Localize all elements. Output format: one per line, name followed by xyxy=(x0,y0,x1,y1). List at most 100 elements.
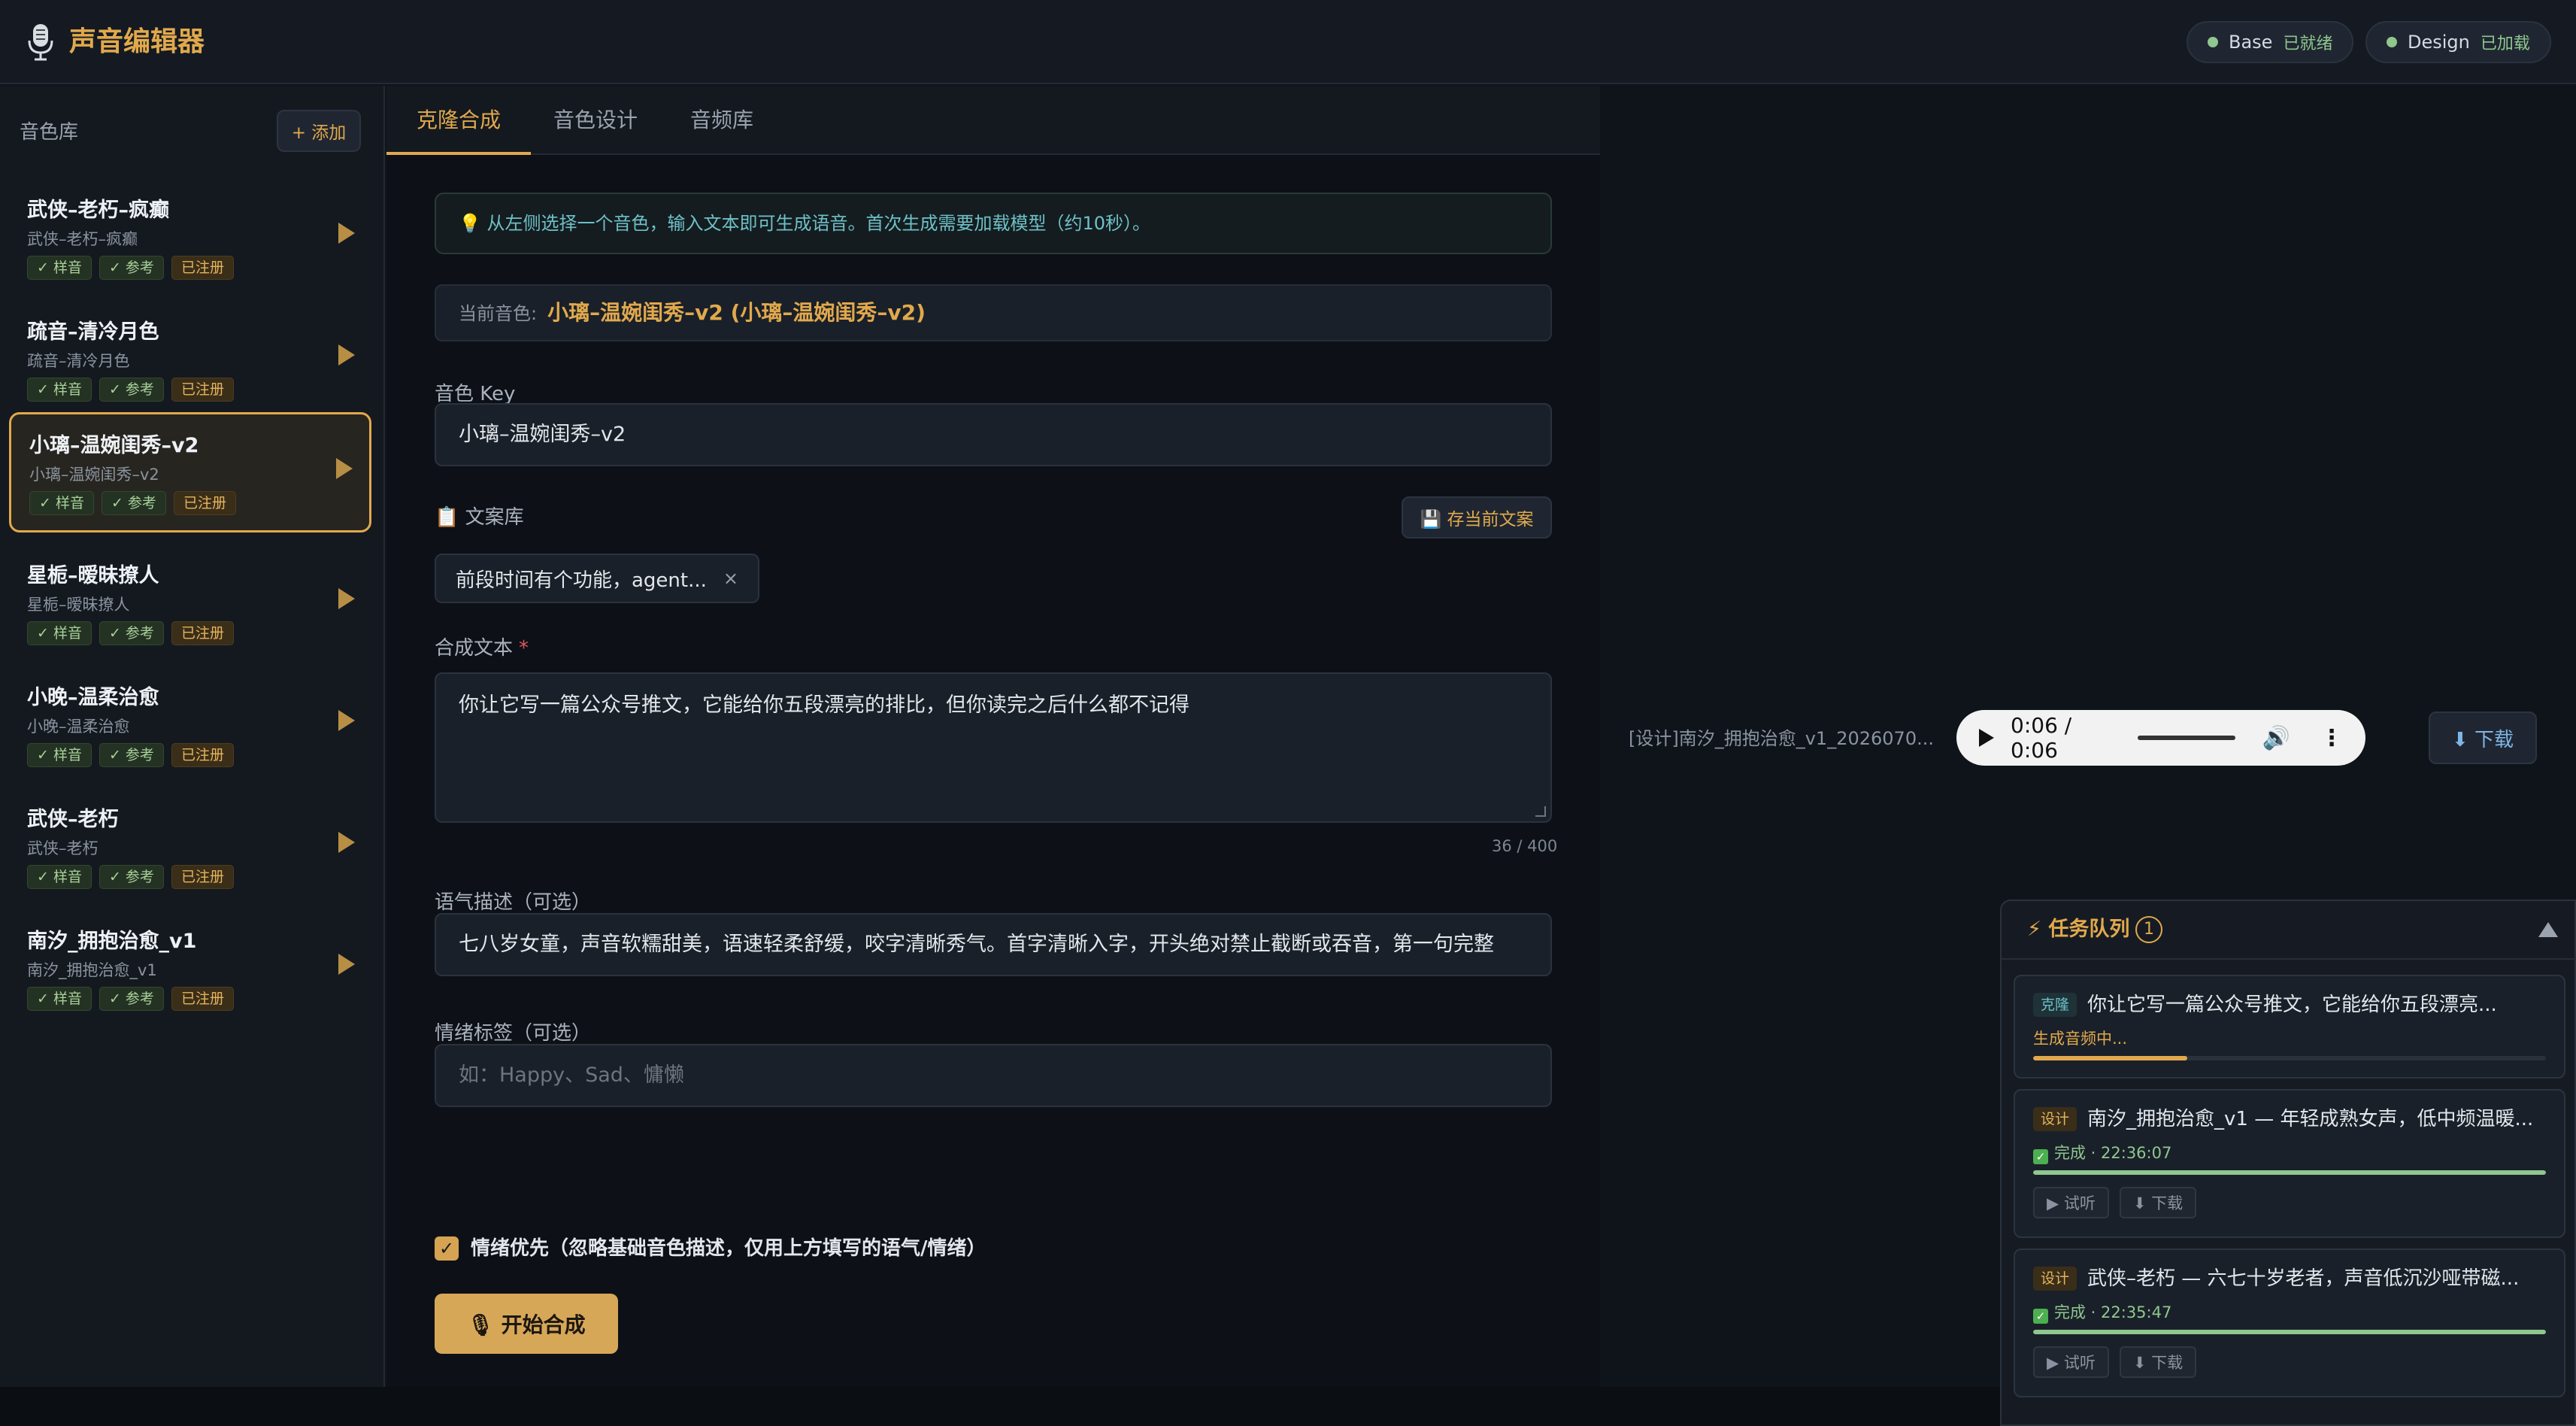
emotion-priority-checkbox[interactable]: ✓ xyxy=(435,1236,459,1261)
add-voice-button[interactable]: + 添加 xyxy=(277,110,361,152)
required-marker: * xyxy=(519,637,529,660)
check-icon: ✓ xyxy=(2033,1149,2048,1164)
play-icon[interactable] xyxy=(338,588,355,609)
task-text: 南汐_拥抱治愈_v1 — 年轻成熟女声，低中频温暖... xyxy=(2087,1108,2534,1130)
current-voice-display: 当前音色: 小璃–温婉闺秀–v2 (小璃–温婉闺秀–v2) xyxy=(435,284,1552,341)
voice-item[interactable]: 武侠–老朽–疯癫 武侠–老朽–疯癫 ✓ 样音 ✓ 参考 已注册 xyxy=(9,179,371,295)
registered-tag: 已注册 xyxy=(171,256,234,280)
tab-design[interactable]: 音色设计 xyxy=(523,86,668,155)
voice-item[interactable]: 小晚–温柔治愈 小晚–温柔治愈 ✓ 样音 ✓ 参考 已注册 xyxy=(9,666,371,782)
task-status-text: 完成 · 22:35:47 xyxy=(2054,1303,2172,1321)
task-count-badge: 1 xyxy=(2135,916,2162,943)
reference-tag: ✓ 参考 xyxy=(98,256,164,280)
download-button[interactable]: ⬇ 下载 xyxy=(2429,711,2537,764)
audio-time: 0:06 / 0:06 xyxy=(2011,713,2072,763)
start-synthesis-button[interactable]: 🎙 开始合成 xyxy=(435,1294,618,1354)
voice-item-selected[interactable]: 小璃–温婉闺秀–v2 小璃–温婉闺秀–v2 ✓ 样音 ✓ 参考 已注册 xyxy=(9,412,371,532)
hint-banner: 💡 从左侧选择一个音色，输入文本即可生成语音。首次生成需要加载模型（约10秒）。 xyxy=(435,193,1552,254)
task-type-badge: 设计 xyxy=(2033,1267,2077,1291)
registered-tag: 已注册 xyxy=(173,491,236,515)
resize-handle-icon[interactable] xyxy=(1535,806,1546,817)
tab-audio-library[interactable]: 音频库 xyxy=(660,86,783,155)
play-icon[interactable] xyxy=(338,223,355,244)
audio-seek-bar[interactable] xyxy=(2138,736,2235,740)
voice-library-sidebar: 音色库 + 添加 武侠–老朽–疯癫 武侠–老朽–疯癫 ✓ 样音 ✓ 参考 已注册… xyxy=(0,86,385,1387)
voice-item[interactable]: 南汐_拥抱治愈_v1 南汐_拥抱治愈_v1 ✓ 样音 ✓ 参考 已注册 xyxy=(9,910,371,1026)
sample-tag: ✓ 样音 xyxy=(27,987,92,1011)
voice-key: 小晚–温柔治愈 xyxy=(27,718,130,736)
task-progress-bar xyxy=(2033,1330,2546,1334)
audio-player[interactable]: 0:06 / 0:06 🔊 ⋮ xyxy=(1956,710,2365,766)
voice-name: 疏音–清冷月色 xyxy=(27,320,159,344)
close-icon[interactable]: × xyxy=(723,568,738,589)
task-download-button[interactable]: ⬇ 下载 xyxy=(2119,1187,2197,1218)
synth-text-value: 你让它写一篇公众号推文，它能给你五段漂亮的排比，但你读完之后什么都不记得 xyxy=(459,693,1190,717)
status-pill-base: Base 已就绪 xyxy=(2187,21,2354,63)
tone-input[interactable]: 七八岁女童，声音软糯甜美，语速轻柔舒缓，咬字清晰秀气。首字清晰入字，开头绝对禁止… xyxy=(435,913,1552,976)
voice-key-input[interactable]: 小璃–温婉闺秀–v2 xyxy=(435,403,1552,466)
reference-tag: ✓ 参考 xyxy=(98,987,164,1011)
task-status: 生成音频中... xyxy=(2033,1030,2128,1048)
task-progress-fill xyxy=(2033,1170,2546,1175)
volume-icon[interactable]: 🔊 xyxy=(2262,725,2290,751)
task-play-button[interactable]: ▶ 试听 xyxy=(2033,1187,2109,1218)
status-state: 已加载 xyxy=(2480,35,2530,53)
voice-key: 南汐_拥抱治愈_v1 xyxy=(27,961,157,979)
emotion-input[interactable]: 如：Happy、Sad、慵懒 xyxy=(435,1044,1552,1107)
saved-text-chip[interactable]: 前段时间有个功能，agent... × xyxy=(435,554,760,603)
play-icon[interactable] xyxy=(338,832,355,853)
status-pill-design: Design 已加载 xyxy=(2365,21,2551,63)
voice-key: 疏音–清冷月色 xyxy=(27,352,130,370)
task-item: 克隆 你让它写一篇公众号推文，它能给你五段漂亮... 生成音频中... xyxy=(2014,975,2565,1079)
task-text: 你让它写一篇公众号推文，它能给你五段漂亮... xyxy=(2087,994,2497,1016)
task-download-button[interactable]: ⬇ 下载 xyxy=(2119,1346,2197,1378)
voice-item[interactable]: 武侠–老朽 武侠–老朽 ✓ 样音 ✓ 参考 已注册 xyxy=(9,788,371,904)
voice-item[interactable]: 星栀–暧昧撩人 星栀–暧昧撩人 ✓ 样音 ✓ 参考 已注册 xyxy=(9,545,371,660)
task-queue-title: ⚡ 任务队列 xyxy=(2027,918,2130,941)
registered-tag: 已注册 xyxy=(171,987,234,1011)
voice-name: 武侠–老朽–疯癫 xyxy=(27,199,169,222)
task-progress-fill xyxy=(2033,1056,2187,1060)
main-panel: 克隆合成 音色设计 音频库 💡 从左侧选择一个音色，输入文本即可生成语音。首次生… xyxy=(386,86,1600,1387)
task-item: 设计 武侠–老朽 — 六七十岁老者，声音低沉沙哑带磁... ✓ 完成 · 22:3… xyxy=(2014,1249,2565,1397)
play-icon[interactable] xyxy=(336,458,353,479)
task-status-text: 完成 · 22:36:07 xyxy=(2054,1144,2172,1162)
task-status: ✓ 完成 · 22:35:47 xyxy=(2033,1300,2546,1325)
status-name: Design xyxy=(2408,32,2470,53)
reference-tag: ✓ 参考 xyxy=(98,743,164,767)
emotion-priority-label: 情绪优先（忽略基础音色描述，仅用上方填写的语气/情绪） xyxy=(471,1237,986,1260)
more-options-icon[interactable]: ⋮ xyxy=(2320,725,2343,751)
save-text-button[interactable]: 💾 存当前文案 xyxy=(1402,496,1552,539)
task-type-badge: 克隆 xyxy=(2033,993,2077,1017)
task-queue-header[interactable]: ⚡ 任务队列 1 xyxy=(2002,901,2576,960)
status-dot-icon xyxy=(2208,37,2218,47)
status-state: 已就绪 xyxy=(2283,35,2333,53)
reference-tag: ✓ 参考 xyxy=(98,621,164,645)
output-file-name: [设计]南汐_拥抱治愈_v1_2026070... xyxy=(1629,728,1934,749)
play-icon[interactable] xyxy=(338,954,355,975)
synth-text-label: 合成文本 * xyxy=(435,633,529,663)
task-play-button[interactable]: ▶ 试听 xyxy=(2033,1346,2109,1378)
play-icon[interactable] xyxy=(338,344,355,366)
text-library-label: 📋 文案库 xyxy=(435,506,524,529)
sample-tag: ✓ 样音 xyxy=(27,621,92,645)
sample-tag: ✓ 样音 xyxy=(27,865,92,889)
voice-key: 武侠–老朽 xyxy=(27,839,98,857)
play-icon[interactable] xyxy=(338,710,355,731)
tab-clone[interactable]: 克隆合成 xyxy=(386,86,532,155)
reference-tag: ✓ 参考 xyxy=(98,378,164,402)
bottom-strip xyxy=(0,1387,2000,1426)
status-dot-icon xyxy=(2387,37,2397,47)
voice-key: 星栀–暧昧撩人 xyxy=(27,596,130,614)
char-counter: 36 / 400 xyxy=(1492,837,1558,855)
app-title: 声音编辑器 xyxy=(69,26,205,57)
task-text: 武侠–老朽 — 六七十岁老者，声音低沉沙哑带磁... xyxy=(2087,1267,2520,1290)
play-icon[interactable] xyxy=(1979,729,1994,747)
synth-text-input[interactable]: 你让它写一篇公众号推文，它能给你五段漂亮的排比，但你读完之后什么都不记得 xyxy=(435,672,1552,823)
sample-tag: ✓ 样音 xyxy=(27,256,92,280)
reference-tag: ✓ 参考 xyxy=(101,491,166,515)
collapse-icon[interactable] xyxy=(2538,922,2558,937)
voice-library-title: 音色库 xyxy=(20,121,79,144)
status-name: Base xyxy=(2229,32,2273,53)
voice-item[interactable]: 疏音–清冷月色 疏音–清冷月色 ✓ 样音 ✓ 参考 已注册 xyxy=(9,301,371,417)
